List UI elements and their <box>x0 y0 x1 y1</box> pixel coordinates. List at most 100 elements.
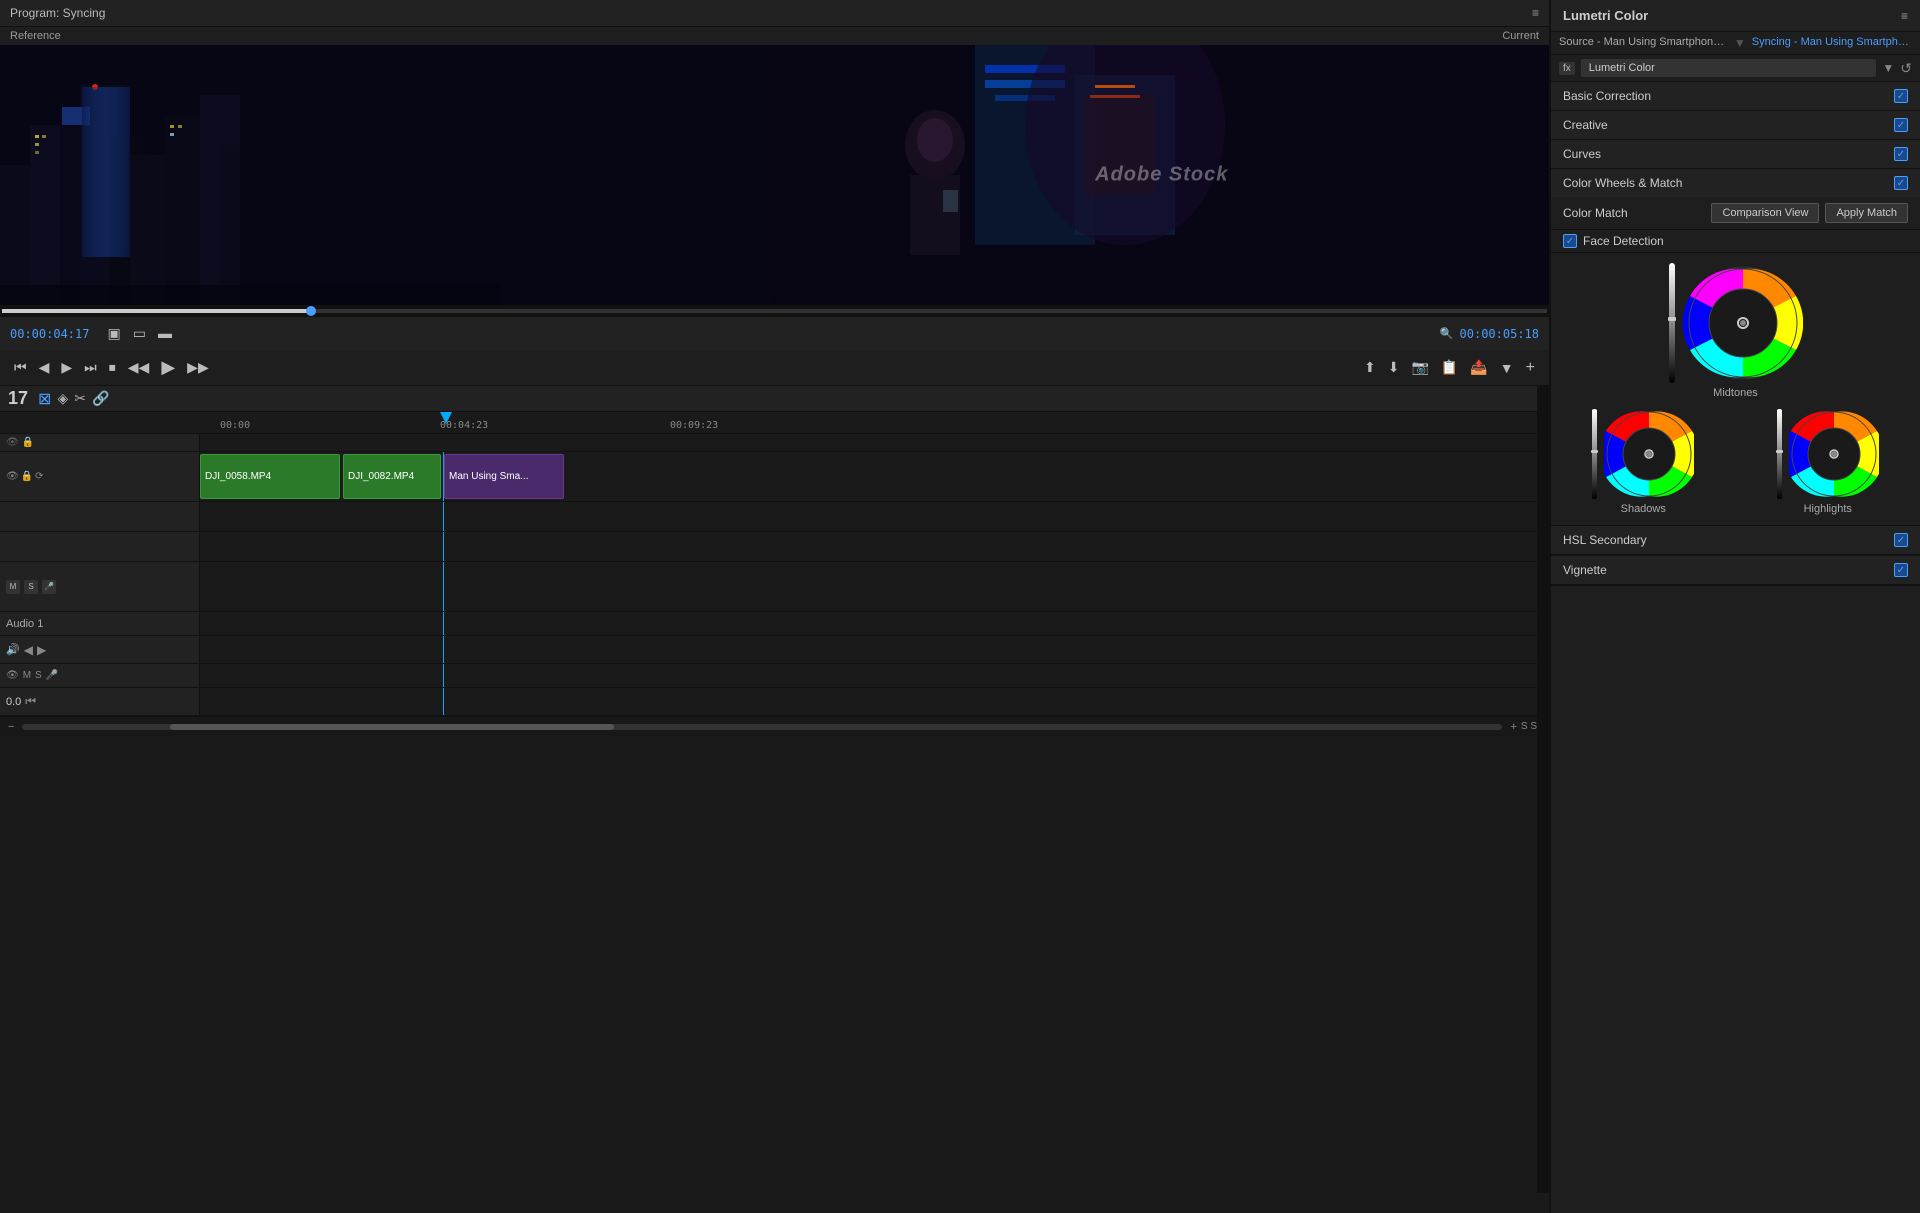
shadows-wheel-item: Shadows <box>1592 409 1694 515</box>
hsl-secondary-section: HSL Secondary ✓ <box>1551 526 1920 556</box>
audio-vol-row: 0.0 ⏮ <box>0 688 1549 716</box>
shadows-slider-v[interactable] <box>1592 409 1597 499</box>
clip-man-using[interactable]: Man Using Sma... <box>444 454 564 499</box>
play-btn[interactable]: ▶ <box>157 355 179 380</box>
timeline-zoom-out[interactable]: − <box>8 721 14 733</box>
timeline-track-num: 17 <box>8 388 28 409</box>
progress-bar-area[interactable] <box>0 305 1549 317</box>
reset-btn[interactable]: ↺ <box>1900 60 1912 77</box>
lumetri-menu-icon[interactable]: ≡ <box>1901 9 1908 23</box>
source-tab-2[interactable]: Syncing - Man Using Smartphone W... <box>1752 36 1912 50</box>
hsl-secondary-checkbox[interactable]: ✓ <box>1894 533 1908 547</box>
overlay-view-btn[interactable]: ▬ <box>154 323 176 344</box>
track-v2-content <box>200 434 1549 451</box>
step-forward-btn[interactable]: ▶▶ <box>183 357 213 378</box>
basic-correction-header[interactable]: Basic Correction ✓ <box>1551 82 1920 110</box>
basic-correction-checkbox[interactable]: ✓ <box>1894 89 1908 103</box>
city-scene <box>0 45 775 305</box>
settings-btn[interactable]: ▼ <box>1496 358 1518 378</box>
creative-header[interactable]: Creative ✓ <box>1551 111 1920 139</box>
track-v1-eye[interactable]: 👁 <box>6 471 19 482</box>
timeline-zoom-bar[interactable] <box>22 724 1502 730</box>
clip-dji-0082[interactable]: DJI_0082.MP4 <box>343 454 441 499</box>
fx-dropdown[interactable]: ▼ <box>1882 61 1894 75</box>
program-title: Program: Syncing <box>10 6 105 20</box>
program-menu-icon[interactable]: ≡ <box>1532 6 1539 20</box>
go-to-in-btn[interactable]: ⏮ <box>10 357 31 378</box>
color-wheels-header[interactable]: Color Wheels & Match ✓ <box>1551 169 1920 197</box>
dual-view-btn[interactable]: ▣ <box>103 323 124 344</box>
clip-dji-0058[interactable]: DJI_0058.MP4 <box>200 454 340 499</box>
audio-prev-btn[interactable]: ◀ <box>24 643 33 657</box>
link-tool[interactable]: 🔗 <box>92 390 109 407</box>
track-v1-sync[interactable]: ⟳ <box>35 471 43 482</box>
audio-controls-row: 🔊 ◀ ▶ <box>0 636 1549 664</box>
audio-eye-icon[interactable]: M <box>6 580 20 594</box>
audio-solo-icon[interactable]: S <box>24 580 38 594</box>
snap-tool[interactable]: ⊠ <box>38 389 51 409</box>
track-v1-content: DJI_0058.MP4 DJI_0082.MP4 Man Using Sma.… <box>200 452 1549 501</box>
color-match-label: Color Match <box>1563 206 1628 220</box>
face-detection-checkbox[interactable]: ✓ <box>1563 234 1577 248</box>
curves-header[interactable]: Curves ✓ <box>1551 140 1920 168</box>
track-lock-icon[interactable]: 🔒 <box>21 437 33 448</box>
shadows-slider-handle[interactable] <box>1591 450 1598 453</box>
zoom-icon[interactable]: 🔍 <box>1440 327 1454 340</box>
midtones-slider-v[interactable] <box>1669 263 1675 383</box>
export-btn[interactable]: 📤 <box>1466 357 1491 378</box>
transport-bar: ⏮ ◀ ▶ ⏭ ⏹ ◀◀ ▶ ▶▶ ⬆ ⬇ 📷 📋 📤 ▼ + <box>0 350 1549 386</box>
razor-tool[interactable]: ✂ <box>74 390 86 407</box>
basic-correction-section: Basic Correction ✓ <box>1551 82 1920 111</box>
lift-btn[interactable]: ⬆ <box>1360 357 1380 378</box>
add-btn[interactable]: + <box>1522 357 1539 379</box>
audio-next-btn[interactable]: ▶ <box>37 643 46 657</box>
audio-mic2-icon[interactable]: 🎤 <box>46 670 58 681</box>
overwrite-btn[interactable]: 📋 <box>1437 357 1462 378</box>
tab-dropdown[interactable]: ▼ <box>1734 36 1746 50</box>
extract-btn[interactable]: ⬇ <box>1384 357 1404 378</box>
highlights-slider-v[interactable] <box>1777 409 1782 499</box>
highlights-wheel-svg[interactable] <box>1789 409 1879 499</box>
insert-btn[interactable]: 📷 <box>1407 357 1432 378</box>
audio-go-start-btn[interactable]: ⏮ <box>25 694 36 709</box>
progress-track[interactable] <box>2 309 1547 313</box>
shadows-wheel-svg[interactable] <box>1604 409 1694 499</box>
progress-fill <box>2 309 311 313</box>
go-to-out-btn[interactable]: ⏭ <box>80 357 101 378</box>
shadows-label: Shadows <box>1621 503 1666 515</box>
creative-checkbox[interactable]: ✓ <box>1894 118 1908 132</box>
midtones-wheel-svg[interactable] <box>1683 263 1803 383</box>
play-reverse-btn[interactable]: ◀◀ <box>124 357 154 378</box>
curves-checkbox[interactable]: ✓ <box>1894 147 1908 161</box>
shuttle-stop-btn[interactable]: ⏹ <box>105 357 120 378</box>
step-back-frame-btn[interactable]: ◀ <box>35 357 54 378</box>
hsl-secondary-header[interactable]: HSL Secondary ✓ <box>1551 526 1920 555</box>
marker-tool[interactable]: ◈ <box>57 390 68 407</box>
vignette-header[interactable]: Vignette ✓ <box>1551 556 1920 585</box>
color-wheels-checkbox[interactable]: ✓ <box>1894 176 1908 190</box>
audio-m-icon[interactable]: M <box>23 670 31 681</box>
panel-empty-space <box>1551 586 1920 1213</box>
audio-vol-icon[interactable]: 🔊 <box>6 643 20 656</box>
track-eye-icon[interactable]: 👁 <box>6 437 19 448</box>
single-view-btn[interactable]: ▭ <box>129 323 150 344</box>
track-empty-1-header <box>0 502 200 531</box>
apply-match-btn[interactable]: Apply Match <box>1825 203 1908 223</box>
progress-handle[interactable] <box>306 306 316 316</box>
vignette-checkbox[interactable]: ✓ <box>1894 563 1908 577</box>
track-v1-lock[interactable]: 🔒 <box>21 471 33 482</box>
midtones-slider-handle[interactable] <box>1668 317 1676 321</box>
timeline-zoom-in[interactable]: + <box>1510 721 1516 733</box>
source-tab-1[interactable]: Source - Man Using Smartphone Walk... <box>1559 36 1728 50</box>
timeline-scrollbar-v[interactable] <box>1537 386 1549 1193</box>
audio-mic-icon[interactable]: 🎤 <box>42 580 56 594</box>
audio-eye2-icon[interactable]: 👁 <box>6 670 19 681</box>
comparison-view-btn[interactable]: Comparison View <box>1711 203 1819 223</box>
audio-s-icon[interactable]: S <box>35 670 42 681</box>
highlights-slider-handle[interactable] <box>1776 450 1783 453</box>
reference-labels: Reference Current <box>0 27 1549 45</box>
step-fwd-frame-btn[interactable]: ▶ <box>57 357 76 378</box>
timeline-section: 17 ⊠ ◈ ✂ 🔗 00:00 00:04:23 00:09:23 <box>0 386 1549 1213</box>
timecode-position: 00:00:04:17 <box>10 327 89 341</box>
track-v2-icons: 👁 🔒 <box>6 437 34 448</box>
